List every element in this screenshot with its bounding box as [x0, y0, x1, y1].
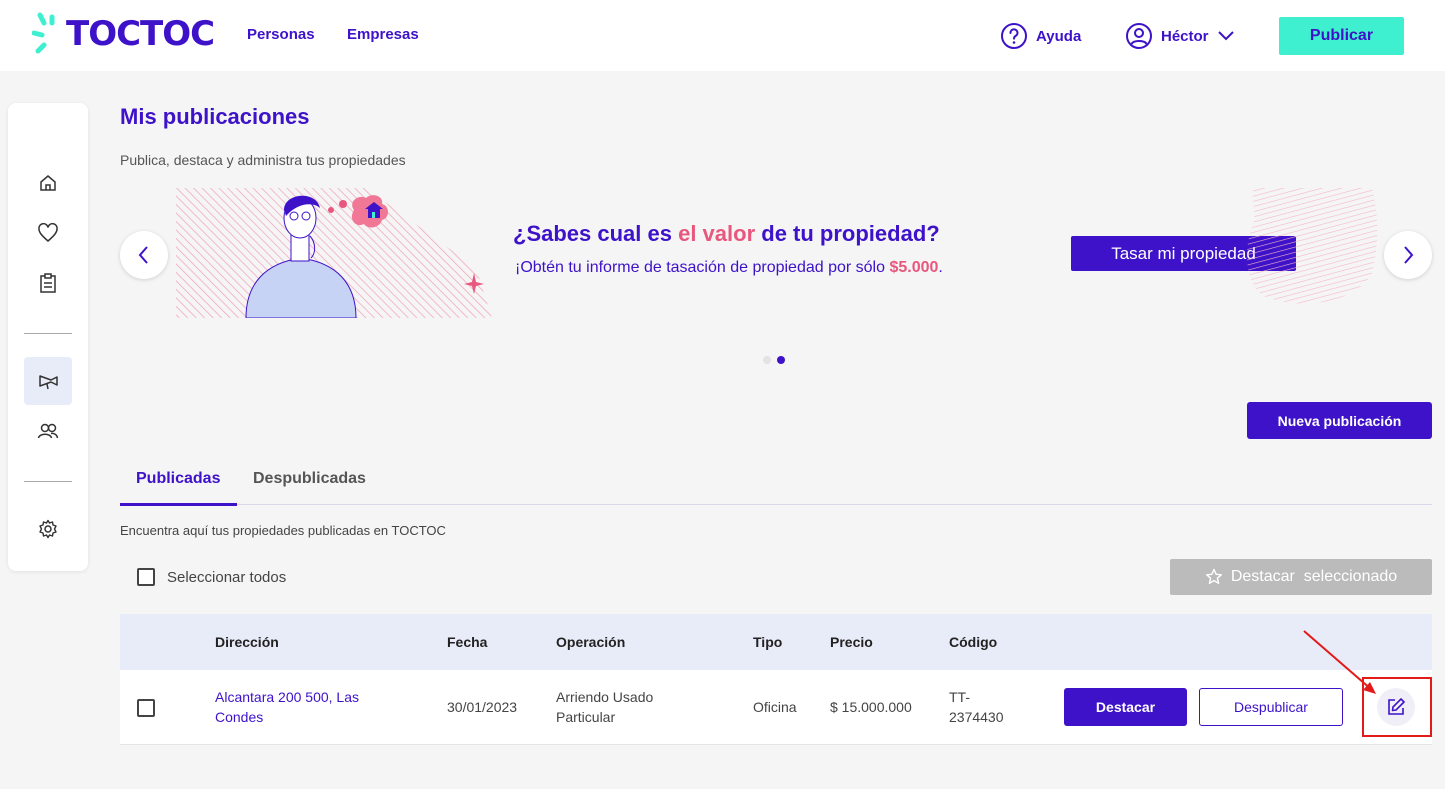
sidebar-home[interactable]: [24, 159, 72, 207]
code-cell: TT- 2374430: [949, 689, 1004, 725]
help-label: Ayuda: [1036, 27, 1082, 45]
star-icon: [1205, 568, 1222, 584]
chevron-right-icon: [1404, 246, 1414, 264]
home-icon: [40, 175, 56, 191]
tab-description: Encuentra aquí tus propiedades publicada…: [120, 523, 446, 538]
gear-icon: [39, 519, 57, 539]
carousel-prev-button[interactable]: [120, 231, 168, 279]
user-menu[interactable]: Héctor: [1125, 22, 1235, 50]
type-cell: Oficina: [753, 699, 797, 715]
select-all-label: Seleccionar todos: [167, 568, 287, 586]
new-publication-button[interactable]: Nueva publicación: [1247, 402, 1432, 439]
toctoc-logo[interactable]: TOCTOC: [32, 8, 215, 60]
column-header: Fecha: [447, 634, 488, 650]
column-header: Dirección: [215, 634, 279, 650]
sidebar-publications[interactable]: [24, 357, 72, 405]
sidebar-reports[interactable]: [24, 259, 72, 307]
feature-selected-label: Destacar seleccionado: [1230, 568, 1398, 585]
help-icon: [1001, 23, 1027, 49]
table-header: Dirección Fecha Operación Tipo Precio Có…: [120, 614, 1432, 670]
nav-empresas[interactable]: Empresas: [347, 26, 419, 43]
logo-text: TOCTOC: [66, 14, 215, 54]
feature-selected-button[interactable]: Destacar seleccionado: [1170, 559, 1432, 595]
sidebar-contacts[interactable]: [24, 407, 72, 455]
banner-illustration: [176, 188, 492, 318]
active-tab-indicator: [120, 503, 237, 506]
header: TOCTOC Personas Empresas Ayuda Héctor Pu…: [0, 0, 1445, 71]
tab-publicadas[interactable]: Publicadas: [136, 470, 220, 488]
column-header: Precio: [830, 634, 873, 650]
annotation-arrow: [1303, 630, 1376, 694]
column-header: Operación: [556, 634, 626, 650]
page-title: Mis publicaciones: [120, 104, 310, 129]
column-header: Código: [949, 634, 998, 650]
checkbox[interactable]: [137, 568, 155, 586]
logo-sparkle-icon: [32, 12, 55, 54]
carousel-dots: [763, 356, 785, 364]
price-cell: $ 15.000.000: [830, 699, 912, 715]
user-name: Héctor: [1161, 27, 1209, 45]
sidebar-favorites[interactable]: [24, 209, 72, 257]
clipboard-icon: [40, 273, 56, 293]
users-icon: [37, 423, 59, 439]
page-subtitle: Publica, destaca y administra tus propie…: [120, 152, 406, 168]
feature-button[interactable]: Destacar: [1064, 688, 1187, 726]
banner-title: ¿Sabes cual es el valor de tu propiedad?: [513, 221, 940, 246]
date-cell: 30/01/2023: [447, 699, 518, 715]
sidebar-settings[interactable]: [24, 505, 72, 553]
operation-cell: Arriendo Usado Particular: [556, 689, 654, 725]
table-row: Alcantara 200 500, Las Condes 30/01/2023…: [120, 670, 1432, 745]
sidebar-divider: [24, 481, 72, 482]
chevron-left-icon: [138, 246, 148, 264]
help-link[interactable]: Ayuda: [1000, 22, 1081, 50]
nav-personas[interactable]: Personas: [247, 26, 315, 43]
tabs: Publicadas Despublicadas: [120, 466, 1432, 506]
address-link[interactable]: Alcantara 200 500, Las Condes: [215, 687, 359, 727]
publish-button[interactable]: Publicar: [1279, 17, 1404, 55]
carousel-dot[interactable]: [763, 356, 771, 364]
sidebar-divider: [24, 333, 72, 334]
user-icon: [1126, 23, 1152, 49]
tab-despublicadas[interactable]: Despublicadas: [253, 470, 366, 488]
select-all-checkbox[interactable]: Seleccionar todos: [137, 568, 286, 586]
column-header: Tipo: [753, 634, 783, 650]
carousel-next-button[interactable]: [1384, 231, 1432, 279]
chevron-down-icon: [1217, 31, 1234, 41]
row-checkbox[interactable]: [137, 699, 155, 717]
carousel-dot-active[interactable]: [777, 356, 785, 364]
banner-decoration: [1247, 188, 1378, 304]
sidebar: [8, 103, 88, 571]
heart-icon: [38, 223, 58, 242]
megaphone-icon: [39, 375, 58, 390]
banner-text: ¡Obtén tu informe de tasación de propied…: [515, 259, 943, 276]
